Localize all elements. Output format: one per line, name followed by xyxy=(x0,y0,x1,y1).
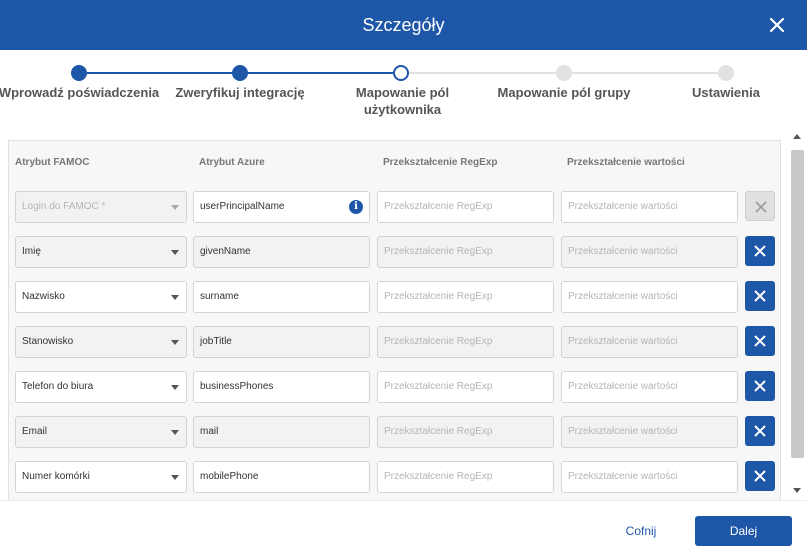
famoc-attribute-value: Nazwisko xyxy=(22,291,65,302)
footer-divider xyxy=(0,500,807,501)
back-button[interactable]: Cofnij xyxy=(616,518,666,544)
delete-row-button[interactable] xyxy=(745,236,775,266)
famoc-attribute-value: Telefon do biura xyxy=(22,381,94,392)
close-icon xyxy=(754,290,766,302)
famoc-attribute-value: Imię xyxy=(22,246,41,257)
table-row: Login do FAMOC * userPrincipalName i Prz… xyxy=(9,185,780,230)
scrollbar-thumb[interactable] xyxy=(791,150,804,458)
value-transform-input[interactable]: Przekształcenie wartości xyxy=(561,416,738,448)
regexp-transform-input[interactable]: Przekształcenie RegExp xyxy=(377,416,554,448)
famoc-attribute-value: Stanowisko xyxy=(22,336,74,347)
value-transform-input[interactable]: Przekształcenie wartości xyxy=(561,371,738,403)
step-dot-user-mapping xyxy=(393,65,409,81)
table-row: Nazwisko surname Przekształcenie RegExp … xyxy=(9,275,780,320)
step-label-user-mapping: Mapowanie pól użytkownika xyxy=(355,85,450,117)
scroll-down-arrow-icon[interactable] xyxy=(793,488,801,493)
azure-attribute-value: userPrincipalName xyxy=(200,201,285,212)
vertical-scrollbar[interactable] xyxy=(788,130,807,500)
scroll-up-arrow-icon[interactable] xyxy=(793,134,801,139)
column-header-famoc: Atrybut FAMOC xyxy=(15,157,90,168)
delete-row-button[interactable] xyxy=(745,461,775,491)
regexp-transform-input[interactable]: Przekształcenie RegExp xyxy=(377,371,554,403)
famoc-attribute-select[interactable]: Stanowisko xyxy=(15,326,187,358)
close-icon xyxy=(754,425,766,437)
next-button[interactable]: Dalej xyxy=(695,516,792,546)
famoc-attribute-select[interactable]: Numer komórki xyxy=(15,461,187,493)
azure-attribute-input[interactable]: mobilePhone xyxy=(193,461,370,493)
famoc-attribute-select[interactable]: Imię xyxy=(15,236,187,268)
table-row: Telefon do biura businessPhones Przekszt… xyxy=(9,365,780,410)
famoc-attribute-select[interactable]: Nazwisko xyxy=(15,281,187,313)
close-icon xyxy=(754,335,766,347)
chevron-down-icon xyxy=(171,385,179,390)
column-header-value: Przekształcenie wartości xyxy=(567,157,685,168)
table-row: Stanowisko jobTitle Przekształcenie RegE… xyxy=(9,320,780,365)
dialog-header: Szczegóły xyxy=(0,0,807,50)
close-icon[interactable] xyxy=(769,17,785,33)
mapping-table: Atrybut FAMOC Atrybut Azure Przekształce… xyxy=(8,140,781,500)
azure-attribute-input[interactable]: userPrincipalName i xyxy=(193,191,370,223)
famoc-attribute-select[interactable]: Login do FAMOC * xyxy=(15,191,187,223)
step-dot-group-mapping xyxy=(556,65,572,81)
delete-row-button[interactable] xyxy=(745,326,775,356)
famoc-attribute-value: Login do FAMOC * xyxy=(22,201,106,212)
chevron-down-icon xyxy=(171,340,179,345)
table-row: Numer komórki mobilePhone Przekształceni… xyxy=(9,455,780,500)
chevron-down-icon xyxy=(171,250,179,255)
azure-attribute-input[interactable]: surname xyxy=(193,281,370,313)
close-icon xyxy=(754,470,766,482)
column-header-regexp: Przekształcenie RegExp xyxy=(383,157,498,168)
delete-row-button[interactable] xyxy=(745,371,775,401)
value-transform-input[interactable]: Przekształcenie wartości xyxy=(561,326,738,358)
famoc-attribute-select[interactable]: Email xyxy=(15,416,187,448)
azure-attribute-input[interactable]: givenName xyxy=(193,236,370,268)
chevron-down-icon xyxy=(171,475,179,480)
value-transform-input[interactable]: Przekształcenie wartości xyxy=(561,281,738,313)
wizard-stepper: Wprowadź poświadczenia Zweryfikuj integr… xyxy=(0,50,807,130)
step-label-verify: Zweryfikuj integrację xyxy=(175,85,305,100)
close-icon xyxy=(754,380,766,392)
close-icon xyxy=(754,245,766,257)
table-row: Email mail Przekształcenie RegExp Przeks… xyxy=(9,410,780,455)
delete-row-button[interactable] xyxy=(745,416,775,446)
azure-attribute-input[interactable]: jobTitle xyxy=(193,326,370,358)
famoc-attribute-select[interactable]: Telefon do biura xyxy=(15,371,187,403)
chevron-down-icon xyxy=(171,205,179,210)
info-icon[interactable]: i xyxy=(349,200,363,214)
step-dot-credentials xyxy=(71,65,87,81)
chevron-down-icon xyxy=(171,430,179,435)
regexp-transform-input[interactable]: Przekształcenie RegExp xyxy=(377,461,554,493)
step-dot-settings xyxy=(718,65,734,81)
step-label-group-mapping: Mapowanie pól grupy xyxy=(497,85,631,100)
value-transform-input[interactable]: Przekształcenie wartości xyxy=(561,191,738,223)
regexp-transform-input[interactable]: Przekształcenie RegExp xyxy=(377,326,554,358)
delete-row-button[interactable] xyxy=(745,191,775,221)
table-row: Imię givenName Przekształcenie RegExp Pr… xyxy=(9,230,780,275)
famoc-attribute-value: Email xyxy=(22,426,48,437)
step-dot-verify xyxy=(232,65,248,81)
regexp-transform-input[interactable]: Przekształcenie RegExp xyxy=(377,191,554,223)
column-header-azure: Atrybut Azure xyxy=(199,157,265,168)
azure-attribute-input[interactable]: businessPhones xyxy=(193,371,370,403)
value-transform-input[interactable]: Przekształcenie wartości xyxy=(561,461,738,493)
step-label-credentials: Wprowadź poświadczenia xyxy=(0,85,160,100)
famoc-attribute-value: Numer komórki xyxy=(22,471,90,482)
dialog-title: Szczegóły xyxy=(362,15,445,35)
chevron-down-icon xyxy=(171,295,179,300)
azure-attribute-input[interactable]: mail xyxy=(193,416,370,448)
close-icon xyxy=(755,201,767,213)
delete-row-button[interactable] xyxy=(745,281,775,311)
step-label-settings: Ustawienia xyxy=(692,85,760,100)
value-transform-input[interactable]: Przekształcenie wartości xyxy=(561,236,738,268)
regexp-transform-input[interactable]: Przekształcenie RegExp xyxy=(377,281,554,313)
regexp-transform-input[interactable]: Przekształcenie RegExp xyxy=(377,236,554,268)
